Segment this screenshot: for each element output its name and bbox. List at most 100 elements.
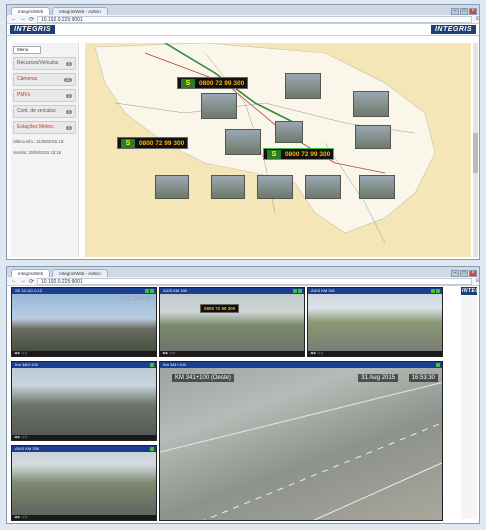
camera-thumbnail[interactable] xyxy=(359,175,395,199)
menu-icon[interactable]: ≡ xyxy=(475,16,479,22)
count-badge: 0 xyxy=(66,110,72,114)
count-badge: 2 xyxy=(66,94,72,98)
vms-text: 0800 72 99 300 xyxy=(139,139,185,147)
camera-thumbnail[interactable] xyxy=(211,175,245,199)
tab-admin[interactable]: Integris/Web - Admin xyxy=(52,269,108,277)
lane-line xyxy=(313,462,442,520)
camera-feed[interactable]: AXIS KM 340 0800 72 99 300 ◀ ▶ ◁ ▷ xyxy=(159,287,305,357)
right-panel: INTEGRIS xyxy=(461,287,480,519)
back-icon[interactable]: ← xyxy=(11,278,17,284)
camera-thumbnail[interactable] xyxy=(275,121,303,143)
lane-line xyxy=(203,422,442,520)
app-header: INTEGRIS INTEGRIS xyxy=(7,24,479,36)
camera-thumbnail[interactable] xyxy=(305,175,341,199)
map-area[interactable]: S 0800 72 99 300 S 0800 72 99 300 S 0800… xyxy=(85,43,471,257)
tab-admin[interactable]: Integris/Web - Admin xyxy=(52,7,108,15)
vms-panel-2[interactable]: S 0800 72 99 300 xyxy=(117,137,189,149)
reload-icon[interactable]: ⟳ xyxy=(29,278,34,285)
sidebar-item-label: PMVs xyxy=(17,92,31,98)
lane-line xyxy=(160,381,442,453)
reload-icon[interactable]: ⟳ xyxy=(29,16,34,23)
camera-title: Km 340+100 xyxy=(15,362,38,367)
menu-icon[interactable]: ≡ xyxy=(475,278,479,284)
status-icon xyxy=(150,363,154,367)
version-info: Versão: 31/08/2015 15:18 xyxy=(13,150,61,155)
status-icon xyxy=(150,289,154,293)
maximize-icon[interactable]: □ xyxy=(460,270,468,277)
camera-controls[interactable]: ◀ ▶ ◁ ▷ xyxy=(12,515,156,520)
status-icon xyxy=(436,289,440,293)
camera-grid: SE 10.111.0.12 31 Ago 2015 16:53 ◀ ▶ ◁ ▷… xyxy=(11,287,459,521)
camera-title-bar: AXIS KM 341 xyxy=(308,288,442,294)
tab-integris[interactable]: Integris/Web xyxy=(11,269,51,277)
back-icon[interactable]: ← xyxy=(11,16,17,22)
camera-feed[interactable]: Km 340+100 ◀ ▶ ◁ ▷ xyxy=(11,361,157,441)
sidebar-item-label: Câmeras xyxy=(17,76,38,82)
sidebar-item-pmvs[interactable]: PMVs 2 xyxy=(13,89,76,102)
scrollbar-thumb[interactable] xyxy=(473,133,478,173)
camera-title: AXIS KM 341 xyxy=(311,288,336,293)
status-icon xyxy=(293,289,297,293)
tab-bar: Integris/Web Integris/Web - Admin – □ × xyxy=(7,267,479,277)
close-icon[interactable]: × xyxy=(469,270,477,277)
tab-integris[interactable]: Integris/Web xyxy=(11,7,51,15)
url-input[interactable]: 10.192.0.225:9001 xyxy=(37,277,473,285)
tab-bar: Integris/Web Integris/Web - Admin – □ × xyxy=(7,5,479,15)
camera-title: AXIS KM 339 xyxy=(15,446,40,451)
camera-thumbnail[interactable] xyxy=(285,73,321,99)
sidebar-item-contagem[interactable]: Cont. de veículos 0 xyxy=(13,105,76,118)
forward-icon[interactable]: → xyxy=(20,16,26,22)
url-input[interactable]: 10.192.0.225:9001 xyxy=(37,15,473,23)
integris-logo-right: INTEGRIS xyxy=(461,287,480,295)
menu-button[interactable]: Menu xyxy=(13,46,41,54)
vms-panel: 0800 72 99 300 xyxy=(200,304,240,313)
camera-thumbnail[interactable] xyxy=(353,91,389,117)
vms-logo: S xyxy=(267,149,281,159)
sidebar: Menu Recursos/Veículos 0 Câmeras 21 PMVs… xyxy=(11,43,79,257)
address-bar: ← → ⟳ 10.192.0.225:9001 ≡ xyxy=(7,277,479,286)
address-bar: ← → ⟳ 10.192.0.225:9001 ≡ xyxy=(7,15,479,24)
camera-title-bar: Km 340+100 xyxy=(12,362,156,368)
status-icon xyxy=(150,447,154,451)
minimize-icon[interactable]: – xyxy=(451,270,459,277)
window-controls: – □ × xyxy=(451,270,479,277)
minimize-icon[interactable]: – xyxy=(451,8,459,15)
scrollbar[interactable] xyxy=(473,43,478,257)
camera-status xyxy=(150,362,156,368)
vms-panel-1[interactable]: S 0800 72 99 300 xyxy=(177,77,249,89)
camera-thumbnail[interactable] xyxy=(257,175,293,199)
camera-feed[interactable]: AXIS KM 341 ◀ ▶ ◁ ▷ xyxy=(307,287,443,357)
maximize-icon[interactable]: □ xyxy=(460,8,468,15)
camera-status xyxy=(293,288,304,294)
vms-logo: S xyxy=(121,138,135,148)
vms-panel-3[interactable]: S 0800 72 99 300 xyxy=(263,148,335,160)
camera-feed[interactable]: SE 10.111.0.12 31 Ago 2015 16:53 ◀ ▶ ◁ ▷ xyxy=(11,287,157,357)
sidebar-item-cameras[interactable]: Câmeras 21 xyxy=(13,73,76,86)
sidebar-item-label: Estações Meteo. xyxy=(17,124,55,130)
count-badge: 0 xyxy=(66,126,72,130)
camera-overlay-date: 31 Aug 2015 xyxy=(358,374,398,382)
camera-thumbnail[interactable] xyxy=(155,175,189,199)
camera-overlay-location: KM 341+100 (Oeste) xyxy=(172,374,234,382)
forward-icon[interactable]: → xyxy=(20,278,26,284)
camera-controls[interactable]: ◀ ▶ ◁ ▷ xyxy=(12,435,156,440)
camera-thumbnail[interactable] xyxy=(201,93,237,119)
camera-controls[interactable]: ◀ ▶ ◁ ▷ xyxy=(160,351,304,356)
integris-logo-right: INTEGRIS xyxy=(430,25,476,34)
camera-thumbnail[interactable] xyxy=(225,129,261,155)
camera-title: AXIS KM 340 xyxy=(163,288,188,293)
camera-title-bar: SE 10.111.0.12 xyxy=(12,288,156,294)
sidebar-item-meteo[interactable]: Estações Meteo. 0 xyxy=(13,121,76,134)
camera-feed[interactable]: AXIS KM 339 ◀ ▶ ◁ ▷ xyxy=(11,445,157,521)
camera-controls[interactable]: ◀ ▶ ◁ ▷ xyxy=(12,351,156,356)
last-info: Última info.: 31/08/2015 16: xyxy=(13,139,65,144)
vms-text: 0800 72 99 300 xyxy=(285,150,331,158)
camera-controls[interactable]: ◀ ▶ ◁ ▷ xyxy=(308,351,442,356)
close-icon[interactable]: × xyxy=(469,8,477,15)
vms-text: 0800 72 99 300 xyxy=(199,79,245,87)
camera-thumbnail[interactable] xyxy=(355,125,391,149)
camera-status xyxy=(145,288,156,294)
camera-feed-large[interactable]: Km 341+100 KM 341+100 (Oeste) 31 Aug 201… xyxy=(159,361,443,521)
sidebar-item-recursos[interactable]: Recursos/Veículos 0 xyxy=(13,57,76,70)
camera-status xyxy=(431,288,442,294)
